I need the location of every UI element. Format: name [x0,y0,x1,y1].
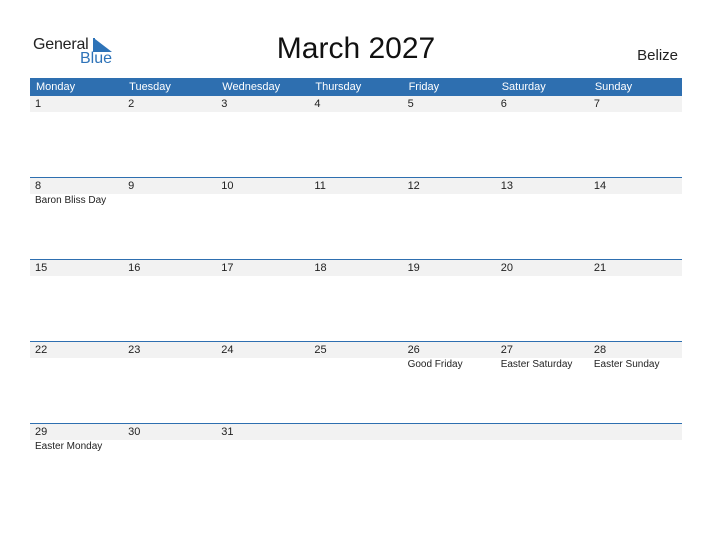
day-number: 2 [128,98,135,110]
day-number: 28 [593,344,607,356]
day-number: 6 [500,98,507,110]
day-number: 5 [407,98,414,110]
day-number [496,424,589,440]
day-number: 12 [407,180,420,192]
day-number [309,424,402,440]
page-title: March 2027 [276,32,436,65]
holiday-label [309,358,402,372]
weekday-wednesday: Wednesday [222,81,281,93]
day-number: 9 [128,180,135,192]
day-number [403,424,496,440]
holiday-label [30,358,123,372]
holiday-label: Easter Saturday [500,359,573,370]
day-number: 21 [593,262,607,274]
holiday-label: Easter Sunday [593,359,660,370]
holiday-label [589,440,682,454]
day-number: 13 [500,180,513,192]
day-number: 27 [500,344,513,356]
day-number: 22 [35,344,48,356]
day-number [589,424,682,440]
holiday-label [309,194,402,208]
holiday-label [216,194,309,208]
day-number: 26 [407,344,420,356]
date-row: 29 30 31 [30,424,682,440]
day-number: 25 [314,344,327,356]
day-number: 14 [593,180,607,192]
day-number: 4 [314,98,321,110]
week-row: 15 16 17 18 19 20 21 [30,259,682,341]
holiday-row: Good Friday Easter Saturday Easter Sunday [30,358,682,372]
holiday-label: Good Friday [407,359,463,370]
day-number: 18 [314,262,327,274]
weekday-thursday: Thursday [315,81,362,93]
holiday-label [589,194,682,208]
holiday-label: Easter Monday [35,441,103,452]
day-number: 31 [221,426,234,438]
date-row: 22 23 24 25 26 27 28 [30,342,682,358]
holiday-row: Easter Monday [30,440,682,454]
day-number: 1 [35,98,42,110]
holiday-label: Baron Bliss Day [35,195,107,206]
day-number: 8 [35,180,42,192]
day-number: 30 [128,426,141,438]
weekday-sunday: Sunday [594,81,633,93]
weekday-friday: Friday [408,81,440,93]
holiday-label [216,440,309,454]
weeks-container: 1 2 3 4 5 6 7 8 9 10 11 12 13 14 Baron Bliss Day 15 16 17… [30,96,682,505]
holiday-label [403,194,496,208]
date-row: 15 16 17 18 19 20 21 [30,260,682,276]
country-label: Belize [637,47,678,64]
day-number: 16 [128,262,141,274]
day-number: 7 [593,98,600,110]
weekday-saturday: Saturday [501,81,546,93]
weekday-monday: Monday [36,81,76,93]
day-number: 19 [407,262,420,274]
date-row: 1 2 3 4 5 6 7 [30,96,682,112]
day-number: 11 [314,180,326,192]
day-number: 24 [221,344,234,356]
holiday-label [123,440,216,454]
holiday-label [216,358,309,372]
date-row: 8 9 10 11 12 13 14 [30,178,682,194]
holiday-label [403,440,496,454]
day-number: 10 [221,180,234,192]
holiday-label [309,440,402,454]
holiday-label [496,194,589,208]
weekday-header: Monday Tuesday Wednesday Thursday Friday… [30,78,682,96]
day-number: 3 [221,98,228,110]
week-row: 29 30 31 Easter Monday [30,423,682,505]
day-number: 29 [35,426,48,438]
holiday-label [123,194,216,208]
week-row: 22 23 24 25 26 27 28 Good Friday Easter Saturday… [30,341,682,423]
day-number: 20 [500,262,513,274]
holiday-label [123,358,216,372]
calendar-grid: Monday Tuesday Wednesday Thursday Friday… [30,78,682,505]
week-row: 1 2 3 4 5 6 7 [30,96,682,177]
weekday-tuesday: Tuesday [129,81,171,93]
week-row: 8 9 10 11 12 13 14 Baron Bliss Day [30,177,682,259]
holiday-row: Baron Bliss Day [30,194,682,208]
day-number: 15 [35,262,48,274]
holiday-label [496,440,589,454]
day-number: 23 [128,344,141,356]
day-number: 17 [221,262,234,274]
